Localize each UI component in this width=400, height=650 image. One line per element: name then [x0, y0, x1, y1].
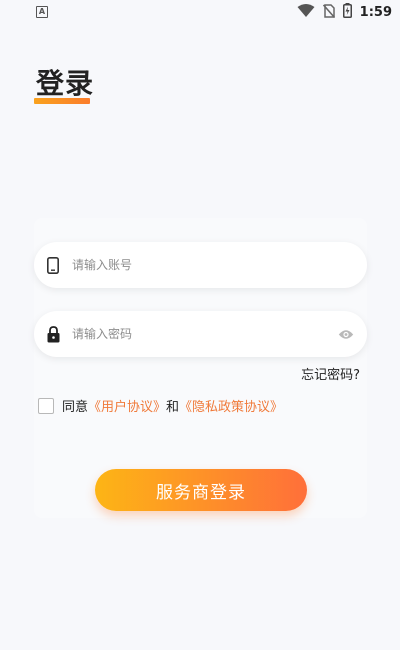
login-screen: A 1:59 登录 请输入账号 忘记密码? 同意 《用户协议》 和 《隐私政策协… — [0, 0, 400, 650]
forgot-password-link[interactable]: 忘记密码? — [301, 364, 360, 383]
agree-conjunction: 和 — [166, 400, 180, 415]
title-underline — [34, 98, 90, 104]
page-title: 登录 — [36, 67, 95, 100]
password-field[interactable] — [34, 311, 367, 357]
a-icon: A — [36, 6, 48, 18]
agree-checkbox[interactable] — [38, 397, 54, 414]
status-time: 1:59 — [359, 4, 392, 20]
user-agreement-link[interactable]: 《用户协议》 — [88, 396, 166, 415]
battery-charging-icon — [342, 2, 352, 22]
agree-prefix: 同意 — [62, 400, 89, 415]
status-bar: A 1:59 — [0, 0, 400, 24]
eye-icon[interactable] — [337, 327, 355, 341]
password-input[interactable] — [72, 327, 337, 341]
status-left: A — [36, 6, 48, 18]
account-field[interactable] — [34, 242, 367, 288]
no-sim-icon — [322, 3, 335, 22]
phone-icon — [46, 256, 60, 274]
privacy-policy-link[interactable]: 《隐私政策协议》 — [179, 396, 283, 415]
status-right: 1:59 — [297, 2, 392, 22]
wifi-icon — [297, 3, 315, 22]
agreement-row: 同意 《用户协议》 和 《隐私政策协议》 — [38, 396, 283, 415]
lock-icon — [46, 325, 60, 343]
provider-login-button[interactable]: 服务商登录 — [95, 469, 307, 511]
account-input[interactable] — [72, 258, 355, 272]
